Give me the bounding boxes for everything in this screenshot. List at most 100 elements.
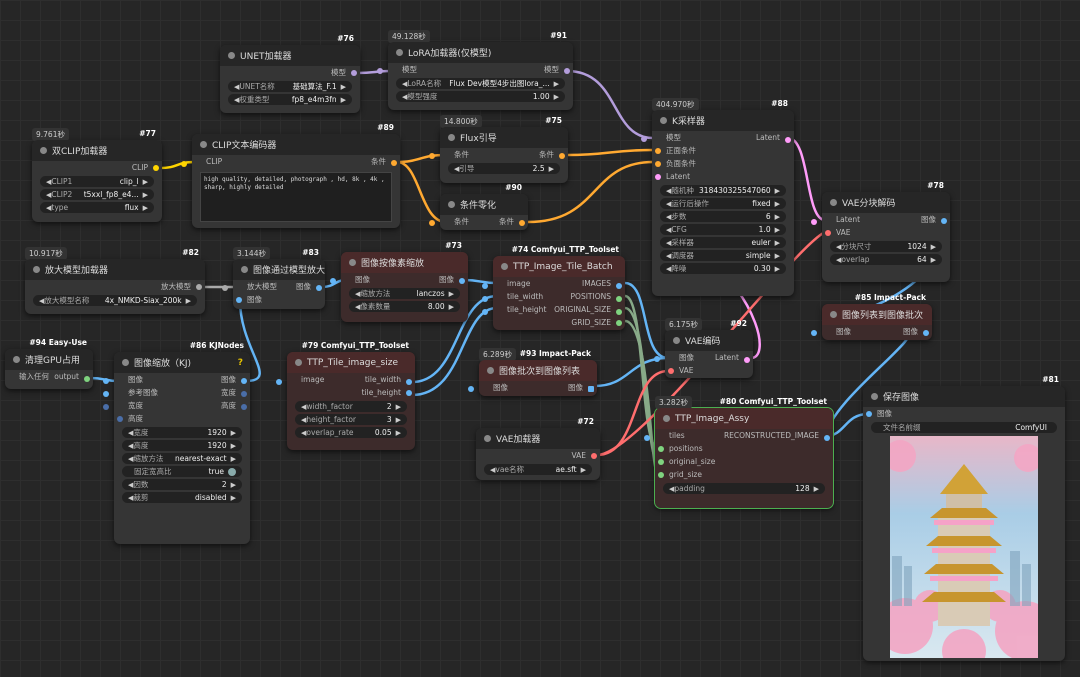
- widget-padding[interactable]: ◀ padding 128 ▶: [663, 483, 825, 494]
- collapse-dot-icon[interactable]: [349, 259, 356, 266]
- output-slot[interactable]: POSITIONS: [571, 292, 625, 302]
- input-socket[interactable]: [236, 296, 242, 303]
- node-header[interactable]: 图像通过模型放大: [233, 259, 325, 280]
- output-socket[interactable]: [459, 277, 465, 284]
- output-socket[interactable]: [241, 377, 247, 384]
- arrow-right-icon[interactable]: ▶: [341, 83, 346, 91]
- collapse-dot-icon[interactable]: [448, 201, 455, 208]
- widget-width[interactable]: ◀ 宽度 1920 ▶: [122, 427, 242, 438]
- input-slot[interactable]: 模型: [641, 132, 681, 143]
- output-socket[interactable]: [923, 329, 929, 336]
- collapse-dot-icon[interactable]: [295, 359, 302, 366]
- input-slot[interactable]: 正面条件: [652, 144, 794, 157]
- node-header[interactable]: VAE分块解码: [822, 192, 950, 213]
- node-unet-loader[interactable]: #76 UNET加载器 模型 ◀ UNET名称 基础算法_F.1 ▶ ◀ 权重类型 fp8…: [220, 34, 360, 113]
- output-socket[interactable]: [941, 217, 947, 224]
- arrow-right-icon[interactable]: ▶: [143, 191, 148, 199]
- node-ttp-image-tile-batch[interactable]: #74 Comfyui_TTP_Toolset TTP_Image_Tile_B…: [482, 245, 625, 330]
- input-slot[interactable]: Latent: [652, 170, 794, 183]
- arrow-right-icon[interactable]: ▶: [396, 429, 401, 437]
- output-slot[interactable]: tile_width: [365, 375, 415, 385]
- collapse-dot-icon[interactable]: [396, 49, 403, 56]
- widget-type[interactable]: ◀ type flux ▶: [40, 202, 154, 213]
- input-socket[interactable]: [222, 284, 228, 291]
- output-socket[interactable]: [785, 136, 791, 143]
- output-socket[interactable]: [559, 152, 565, 159]
- node-header[interactable]: 图像按像素缩放: [341, 252, 468, 273]
- arrow-right-icon[interactable]: ▶: [554, 93, 559, 101]
- arrow-right-icon[interactable]: ▶: [341, 96, 346, 104]
- output-socket[interactable]: [84, 375, 90, 382]
- node-vae-tiled-decode[interactable]: #78 VAE分块解码 Latent 图像 VAE ◀ 分块尺寸 1024 ▶ ◀ ov…: [811, 181, 950, 282]
- output-socket[interactable]: [316, 284, 322, 291]
- output-slot[interactable]: 图像: [296, 281, 325, 292]
- node-graph-canvas[interactable]: #76 UNET加载器 模型 ◀ UNET名称 基础算法_F.1 ▶ ◀ 权重类型 fp8…: [0, 0, 1080, 677]
- input-slot[interactable]: image: [276, 375, 324, 385]
- arrow-right-icon[interactable]: ▶: [143, 178, 148, 186]
- collapse-dot-icon[interactable]: [501, 263, 508, 270]
- input-socket[interactable]: [482, 282, 488, 289]
- node-header[interactable]: TTP_Tile_image_size: [287, 352, 415, 373]
- input-socket[interactable]: [655, 160, 661, 167]
- arrow-right-icon[interactable]: ▶: [775, 187, 780, 195]
- collapse-dot-icon[interactable]: [660, 117, 667, 124]
- collapse-dot-icon[interactable]: [830, 311, 837, 318]
- collapse-dot-icon[interactable]: [40, 147, 47, 154]
- arrow-right-icon[interactable]: ▶: [231, 494, 236, 502]
- output-slot[interactable]: VAE: [476, 449, 600, 462]
- output-slot[interactable]: RECONSTRUCTED_IMAGE: [724, 431, 833, 441]
- input-slot[interactable]: 放大模型: [222, 281, 277, 292]
- collapse-dot-icon[interactable]: [871, 393, 878, 400]
- node-clear-gpu[interactable]: #94 Easy-Use 清理GPU占用 输入任何 output: [5, 338, 93, 389]
- collapse-dot-icon[interactable]: [448, 134, 455, 141]
- widget-guidance[interactable]: ◀ 引导 2.5 ▶: [448, 163, 560, 174]
- output-socket[interactable]: [588, 385, 594, 392]
- input-slot[interactable]: 图像: [654, 352, 694, 363]
- widget-lora-name[interactable]: ◀ LoRA名称 Flux Dev模型4步出图lora_... ▶: [396, 78, 565, 89]
- input-socket[interactable]: [641, 135, 647, 142]
- collapse-dot-icon[interactable]: [241, 266, 248, 273]
- output-socket[interactable]: [351, 69, 357, 76]
- widget-denoise[interactable]: ◀ 降噪 0.30 ▶: [660, 263, 786, 274]
- toggle-knob-icon[interactable]: [228, 467, 236, 476]
- widget-model-strength[interactable]: ◀ 模型强度 1.00 ▶: [396, 91, 565, 102]
- output-socket[interactable]: [744, 356, 750, 363]
- arrow-right-icon[interactable]: ▶: [775, 226, 780, 234]
- arrow-right-icon[interactable]: ▶: [396, 416, 401, 424]
- arrow-right-icon[interactable]: ▶: [449, 303, 454, 311]
- output-slot[interactable]: GRID_SIZE: [493, 316, 625, 329]
- node-ttp-tile-image-size[interactable]: #79 Comfyui_TTP_Toolset TTP_Tile_image_s…: [276, 341, 415, 450]
- collapse-dot-icon[interactable]: [200, 141, 207, 148]
- output-slot[interactable]: CLIP: [32, 161, 162, 174]
- output-socket[interactable]: [616, 319, 622, 326]
- node-header[interactable]: VAE加载器: [476, 428, 600, 449]
- input-socket[interactable]: [482, 308, 488, 315]
- node-header[interactable]: VAE编码: [665, 330, 753, 351]
- arrow-right-icon[interactable]: ▶: [449, 290, 454, 298]
- node-ksampler[interactable]: 404.970秒 #88 K采样器 模型 Latent 正面条件 负面条件 La…: [641, 98, 794, 296]
- node-header[interactable]: 图像列表到图像批次: [822, 304, 932, 325]
- input-slot[interactable]: tile_height: [482, 305, 546, 315]
- output-slot[interactable]: 条件: [539, 149, 568, 160]
- output-slot[interactable]: IMAGES: [582, 279, 625, 289]
- widget-scheduler[interactable]: ◀ 调度器 simple ▶: [660, 250, 786, 261]
- input-slot[interactable]: 图像: [330, 274, 370, 285]
- input-slot[interactable]: 高度: [114, 412, 250, 425]
- arrow-right-icon[interactable]: ▶: [775, 265, 780, 273]
- input-slot[interactable]: VAE: [822, 226, 950, 239]
- widget-steps[interactable]: ◀ 步数 6 ▶: [660, 211, 786, 222]
- input-socket[interactable]: [811, 329, 817, 336]
- widget-divisible-by[interactable]: ◀ 因数 2 ▶: [122, 479, 242, 490]
- output-socket[interactable]: [616, 295, 622, 302]
- toggle-keep-proportion[interactable]: 固定宽高比 true: [122, 466, 242, 477]
- input-slot[interactable]: 参考图像: [103, 387, 158, 398]
- input-socket[interactable]: [655, 173, 661, 180]
- input-socket[interactable]: [658, 471, 664, 478]
- input-slot[interactable]: original_size: [655, 455, 833, 468]
- output-socket[interactable]: [196, 283, 202, 290]
- input-slot[interactable]: 图像: [468, 382, 508, 393]
- output-slot[interactable]: 条件: [371, 156, 400, 167]
- node-image-scale-by-pixels[interactable]: #73 图像按像素缩放 图像 图像 ◀ 缩放方法 lanczos ▶ ◀ 像素数量 8.0…: [330, 241, 468, 322]
- arrow-right-icon[interactable]: ▶: [775, 213, 780, 221]
- input-slot[interactable]: 图像: [811, 326, 851, 337]
